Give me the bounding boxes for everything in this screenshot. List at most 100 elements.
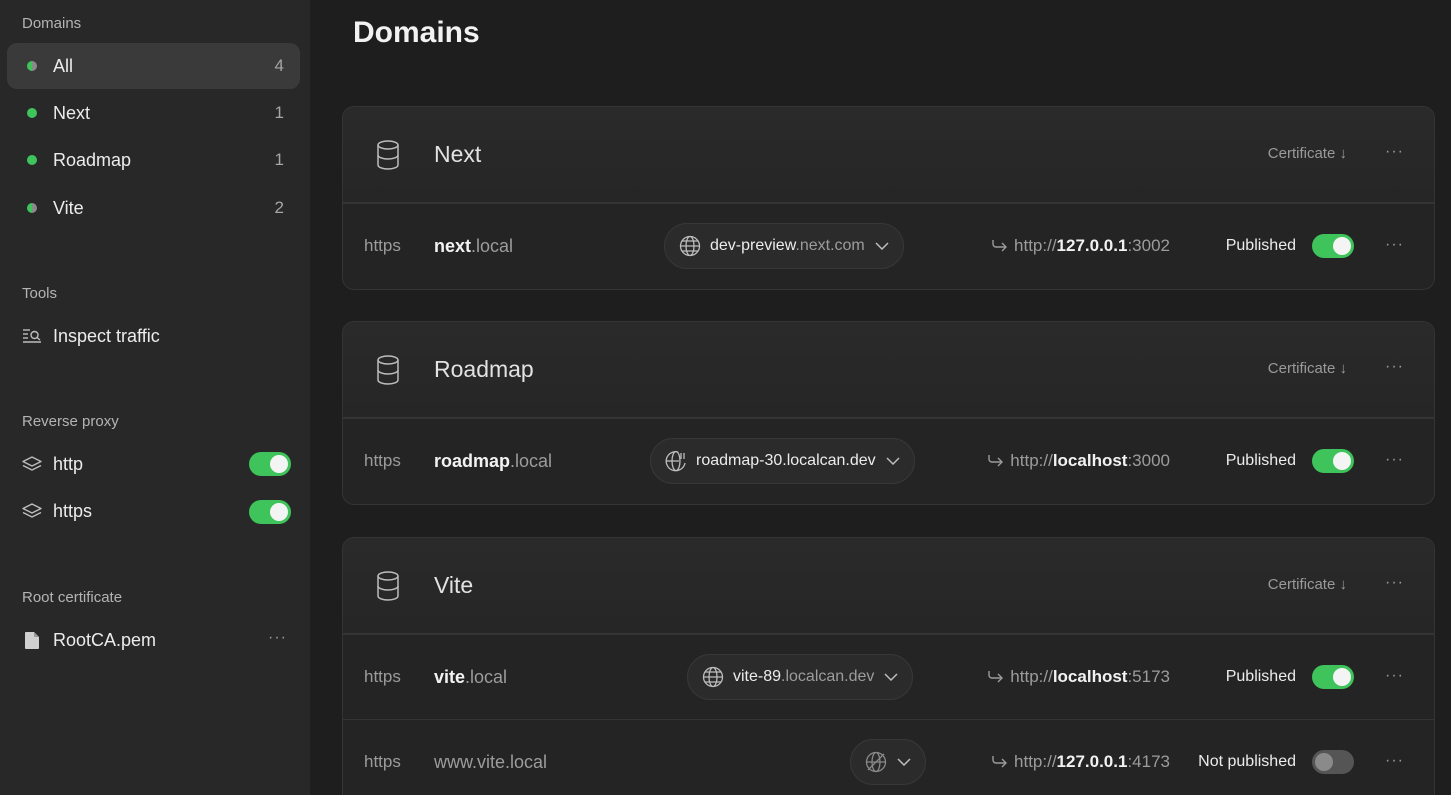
group-header: Vite Certificate ↓ ··· xyxy=(343,538,1434,634)
certificate-download-button[interactable]: Certificate ↓ xyxy=(1268,576,1347,593)
sidebar-item-label: Vite xyxy=(53,197,84,218)
row-more-button[interactable]: ··· xyxy=(1385,451,1404,469)
database-icon xyxy=(376,571,400,606)
sidebar-item-label: Next xyxy=(53,102,91,123)
domain-row: https next.local dev-preview.next.com ht… xyxy=(343,203,1434,288)
domains-section-title: Domains xyxy=(22,15,82,32)
publish-status: Published xyxy=(1225,237,1296,254)
protocol-label: https xyxy=(364,236,401,255)
layers-icon xyxy=(22,454,42,474)
sidebar-item-roadmap[interactable]: Roadmap 1 xyxy=(7,137,300,183)
sidebar: Domains All 4 Next 1 Roadmap 1 Vite 2 To… xyxy=(0,0,310,795)
proxy-target: http://127.0.0.1:4173 xyxy=(990,752,1170,772)
public-url-dropdown[interactable]: vite-89.localcan.dev xyxy=(687,654,914,700)
globe-icon xyxy=(702,666,724,688)
domain-host[interactable]: roadmap.local xyxy=(434,451,552,472)
globe-off-icon xyxy=(865,751,887,773)
proxy-target: http://localhost:3000 xyxy=(986,451,1170,471)
protocol-label: https xyxy=(364,667,401,686)
public-url: dev-preview.next.com xyxy=(710,237,865,254)
sidebar-item-all[interactable]: All 4 xyxy=(7,43,300,89)
domain-row: https vite.local vite-89.localcan.dev ht… xyxy=(343,634,1434,719)
sidebar-item-count: 2 xyxy=(274,198,284,217)
http-proxy-toggle[interactable] xyxy=(249,452,291,476)
sidebar-item-label: http xyxy=(53,453,84,474)
sidebar-item-inspect-traffic[interactable]: Inspect traffic xyxy=(22,321,160,351)
domain-host[interactable]: vite.local xyxy=(434,667,507,688)
sidebar-item-label: https xyxy=(53,500,93,521)
chevron-down-icon xyxy=(886,457,900,465)
protocol-label: https xyxy=(364,451,401,470)
group-header: Next Certificate ↓ ··· xyxy=(343,107,1434,203)
domain-group-roadmap: Roadmap Certificate ↓ ··· https roadmap.… xyxy=(342,321,1435,505)
proxy-target: http://127.0.0.1:3002 xyxy=(990,236,1170,256)
layers-icon xyxy=(22,501,42,521)
sidebar-item-count: 4 xyxy=(274,56,284,75)
database-icon xyxy=(376,355,400,390)
public-url: roadmap-30.localcan.dev xyxy=(696,452,876,469)
domain-group-next: Next Certificate ↓ ··· https next.local … xyxy=(342,106,1435,290)
row-more-button[interactable]: ··· xyxy=(1385,667,1404,685)
publish-status: Published xyxy=(1225,452,1296,469)
redirect-arrow-icon xyxy=(986,454,1004,468)
tools-section-title: Tools xyxy=(22,285,58,302)
sidebar-item-rootca[interactable]: RootCA.pem xyxy=(22,625,156,655)
reverse-proxy-section-title: Reverse proxy xyxy=(22,413,119,430)
https-proxy-toggle[interactable] xyxy=(249,500,291,524)
publish-status: Not published xyxy=(1198,753,1296,770)
group-more-button[interactable]: ··· xyxy=(1385,143,1404,161)
redirect-arrow-icon xyxy=(990,755,1008,769)
status-dot xyxy=(27,203,37,213)
group-name: Roadmap xyxy=(434,356,534,382)
publish-status: Published xyxy=(1225,668,1296,685)
sidebar-item-count: 1 xyxy=(274,150,284,169)
status-dot xyxy=(27,108,37,118)
file-icon xyxy=(22,630,42,650)
chevron-down-icon xyxy=(884,673,898,681)
rootca-more-button[interactable]: ··· xyxy=(268,629,287,647)
globe-icon xyxy=(679,235,701,257)
globe-traffic-icon xyxy=(665,450,687,472)
protocol-label: https xyxy=(364,752,401,771)
group-more-button[interactable]: ··· xyxy=(1385,574,1404,592)
redirect-arrow-icon xyxy=(986,670,1004,684)
domain-group-vite: Vite Certificate ↓ ··· https vite.local … xyxy=(342,537,1435,795)
sidebar-item-proxy-http: http xyxy=(22,449,83,479)
page-title: Domains xyxy=(353,16,480,49)
proxy-target: http://localhost:5173 xyxy=(986,667,1170,687)
publish-toggle[interactable] xyxy=(1312,234,1354,258)
domain-host[interactable]: next.local xyxy=(434,236,513,257)
row-more-button[interactable]: ··· xyxy=(1385,236,1404,254)
root-certificate-section-title: Root certificate xyxy=(22,589,123,606)
status-dot xyxy=(27,61,37,71)
group-more-button[interactable]: ··· xyxy=(1385,358,1404,376)
domain-row: https www.vite.local http://127.0.0.1:41… xyxy=(343,719,1434,795)
redirect-arrow-icon xyxy=(990,239,1008,253)
domain-host[interactable]: www.vite.local xyxy=(434,752,547,773)
chevron-down-icon xyxy=(875,242,889,250)
chevron-down-icon xyxy=(897,758,911,766)
publish-toggle[interactable] xyxy=(1312,665,1354,689)
sidebar-item-label: RootCA.pem xyxy=(53,629,157,650)
sidebar-item-count: 1 xyxy=(274,103,284,122)
certificate-download-button[interactable]: Certificate ↓ xyxy=(1268,145,1347,162)
publish-toggle[interactable] xyxy=(1312,750,1354,774)
sidebar-item-label: Inspect traffic xyxy=(53,325,160,346)
public-url-dropdown[interactable]: roadmap-30.localcan.dev xyxy=(650,438,915,484)
sidebar-item-proxy-https: https xyxy=(22,496,92,526)
sidebar-item-next[interactable]: Next 1 xyxy=(7,90,300,136)
inspect-traffic-icon xyxy=(22,326,42,346)
public-url: vite-89.localcan.dev xyxy=(733,668,875,685)
sidebar-item-vite[interactable]: Vite 2 xyxy=(7,185,300,231)
public-url-dropdown[interactable]: dev-preview.next.com xyxy=(664,223,904,269)
database-icon xyxy=(376,140,400,175)
group-name: Vite xyxy=(434,572,474,598)
certificate-download-button[interactable]: Certificate ↓ xyxy=(1268,360,1347,377)
public-url-dropdown[interactable] xyxy=(850,739,926,785)
sidebar-item-label: All xyxy=(53,55,74,76)
publish-toggle[interactable] xyxy=(1312,449,1354,473)
row-more-button[interactable]: ··· xyxy=(1385,752,1404,770)
group-header: Roadmap Certificate ↓ ··· xyxy=(343,322,1434,418)
sidebar-item-label: Roadmap xyxy=(53,149,132,170)
status-dot xyxy=(27,155,37,165)
